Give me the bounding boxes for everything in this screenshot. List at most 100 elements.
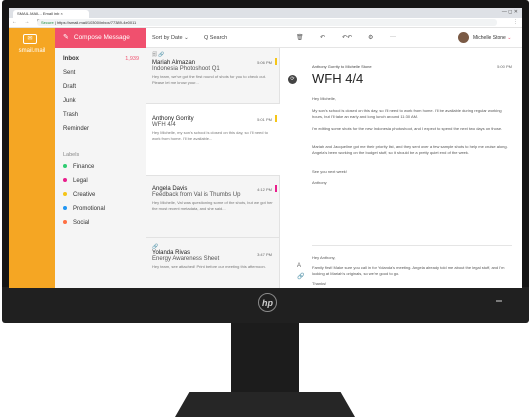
tab-close-icon[interactable]: × <box>60 11 62 16</box>
list-item[interactable]: Angela Davis 4:12 PM Feedback from Val i… <box>146 176 280 238</box>
user-name: Michelle Stone <box>473 35 506 41</box>
message-subject: Energy Awareness Sheet <box>152 256 220 262</box>
flag-icon <box>275 115 277 122</box>
attach-icon[interactable]: 🔗 <box>297 273 304 280</box>
label-name: Promotional <box>73 206 106 212</box>
reply-paragraph: Family first! Make sure you call in for … <box>312 265 505 276</box>
flag-icon <box>275 58 277 65</box>
message-meta: Anthony Gorrity to Michelle Stone <box>312 64 372 69</box>
message-preview: Hey Michelle, my son's school is closed … <box>152 130 268 141</box>
address-bar: ← → C Secure | https://smail.mail/10300/… <box>9 18 522 28</box>
secure-label: Secure <box>41 20 54 25</box>
sidebar-item-reminder[interactable]: Reminder <box>63 126 141 132</box>
sidebar-item-draft[interactable]: Draft <box>63 84 141 90</box>
more-icon[interactable]: ··· <box>390 34 396 40</box>
label-social[interactable]: Social <box>63 220 89 226</box>
reply-paragraph: Thanks! <box>312 281 327 286</box>
folder-label: Inbox <box>63 56 79 62</box>
label-name: Finance <box>73 164 95 170</box>
reading-pane: Anthony Gorrity to Michelle Stone 5:00 P… <box>280 48 522 288</box>
tab-title: SMAIL.MAIL - Email inb <box>17 11 60 16</box>
message-subject: WFH 4/4 <box>312 71 364 86</box>
body-paragraph: See you next week! <box>312 169 347 174</box>
list-item[interactable]: 🔗 Yolanda Rivas 3:47 PM Energy Awareness… <box>146 238 280 288</box>
avatar[interactable] <box>458 32 469 43</box>
label-name: Social <box>73 220 90 226</box>
trash-icon[interactable]: 🗑 <box>296 34 304 41</box>
folder-label: Sent <box>63 70 76 76</box>
message-preview: Hey team, see attached! Print before our… <box>152 264 266 269</box>
user-menu[interactable]: Michelle Stone ⌄ <box>473 35 511 41</box>
browser-tab[interactable]: SMAIL.MAIL - Email inb × <box>13 10 89 18</box>
list-item[interactable]: 🗐 🔗 Mariah Almazan 5:06 PM Indonesia Pho… <box>146 48 280 104</box>
search-button[interactable]: Q Search <box>204 35 227 41</box>
label-name: Creative <box>73 192 96 198</box>
sidebar-item-junk[interactable]: Junk <box>63 98 141 104</box>
label-dot <box>63 220 67 225</box>
reader-toolbar: 🗑 ↶ ↶↶ ⚙ ··· Michelle Stone ⌄ <box>280 28 522 48</box>
hp-logo: hp <box>258 293 277 312</box>
labels-title: Labels <box>63 152 80 158</box>
attachment-icon: 🗐 🔗 <box>152 52 165 58</box>
url-field[interactable]: Secure | https://smail.mail/10300/inbox/… <box>37 19 497 26</box>
folder-sidebar: Inbox 1,939 Sent Draft Junk Trash Reminde… <box>55 48 146 288</box>
compose-label: Compose Message <box>73 34 130 41</box>
reply-icon[interactable]: ↶ <box>320 34 325 41</box>
message-time: 5:06 PM <box>257 60 272 65</box>
compose-icon: ✎ <box>63 34 69 41</box>
label-finance[interactable]: Finance <box>63 164 94 170</box>
sidebar-item-trash[interactable]: Trash <box>63 112 141 118</box>
label-dot <box>63 164 67 169</box>
label-dot <box>63 178 67 183</box>
reply-paragraph: Hey Anthony, <box>312 255 336 260</box>
list-header: Sort by Date ⌄ Q Search <box>146 28 280 48</box>
browser-tabbar: SMAIL.MAIL - Email inb × — ◻ ✕ <box>9 8 522 18</box>
reply-all-icon[interactable]: ↶↶ <box>342 34 352 41</box>
sidebar-item-inbox[interactable]: Inbox 1,939 <box>63 56 141 62</box>
message-subject: Feedback from Val is Thumbs Up <box>152 192 241 198</box>
label-legal[interactable]: Legal <box>63 178 88 184</box>
message-preview: Hey Michelle, Val was questioning some o… <box>152 200 273 211</box>
settings-icon[interactable]: ⚙ <box>368 34 373 41</box>
brand-column: ✉ smail.mail <box>9 28 55 288</box>
body-paragraph: Mariah and Jacqueline got me their prior… <box>312 144 508 155</box>
divider <box>312 245 512 246</box>
window-controls[interactable]: — ◻ ✕ <box>502 9 518 15</box>
body-paragraph: Hey Michelle, <box>312 96 337 101</box>
sidebar-item-sent[interactable]: Sent <box>63 70 141 76</box>
folder-label: Trash <box>63 112 79 118</box>
body-paragraph: Anthony <box>312 180 327 185</box>
format-text-icon[interactable]: A <box>297 263 301 269</box>
message-time: 5:00 PM <box>497 64 512 69</box>
list-item-selected[interactable]: Anthony Gorrity 5:01 PM WFH 4/4 Hey Mich… <box>146 104 280 176</box>
body-paragraph: My son's school is closed on this day, s… <box>312 108 502 119</box>
flag-icon <box>275 185 277 192</box>
compose-button[interactable]: ✎ Compose Message <box>55 28 146 48</box>
brand-name: smail.mail <box>18 48 46 54</box>
message-time: 4:12 PM <box>257 187 272 192</box>
folder-label: Reminder <box>63 126 90 132</box>
folder-label: Draft <box>63 84 77 90</box>
label-promotional[interactable]: Promotional <box>63 206 105 212</box>
url-text: https://smail.mail/10300/inbox/77389-4e0… <box>56 20 137 25</box>
sort-dropdown[interactable]: Sort by Date ⌄ <box>152 35 189 41</box>
message-subject: Indonesia Photoshoot Q1 <box>152 66 220 72</box>
body-paragraph: I'm editing some shots for the new Indon… <box>312 126 503 131</box>
message-time: 5:01 PM <box>257 117 272 122</box>
screen: SMAIL.MAIL - Email inb × — ◻ ✕ ← → C Sec… <box>9 8 522 288</box>
browser-menu-icon[interactable]: ⋮ <box>513 19 518 25</box>
monitor-base <box>175 392 355 417</box>
label-name: Legal <box>73 178 88 184</box>
label-creative[interactable]: Creative <box>63 192 95 198</box>
folder-label: Junk <box>63 98 76 104</box>
message-subject: WFH 4/4 <box>152 122 176 128</box>
message-list: 🗐 🔗 Mariah Almazan 5:06 PM Indonesia Pho… <box>146 48 280 288</box>
sender-icon: ⟳ <box>288 75 297 84</box>
mail-app: ✉ smail.mail ✎ Compose Message Inbox 1,939… <box>9 28 522 288</box>
message-time: 3:47 PM <box>257 252 272 257</box>
label-dot <box>63 206 67 211</box>
power-indicator <box>496 300 502 302</box>
monitor-neck <box>231 323 299 399</box>
inbox-count: 1,939 <box>125 56 139 62</box>
message-preview: Hey team, we've got the first round of s… <box>152 74 266 85</box>
